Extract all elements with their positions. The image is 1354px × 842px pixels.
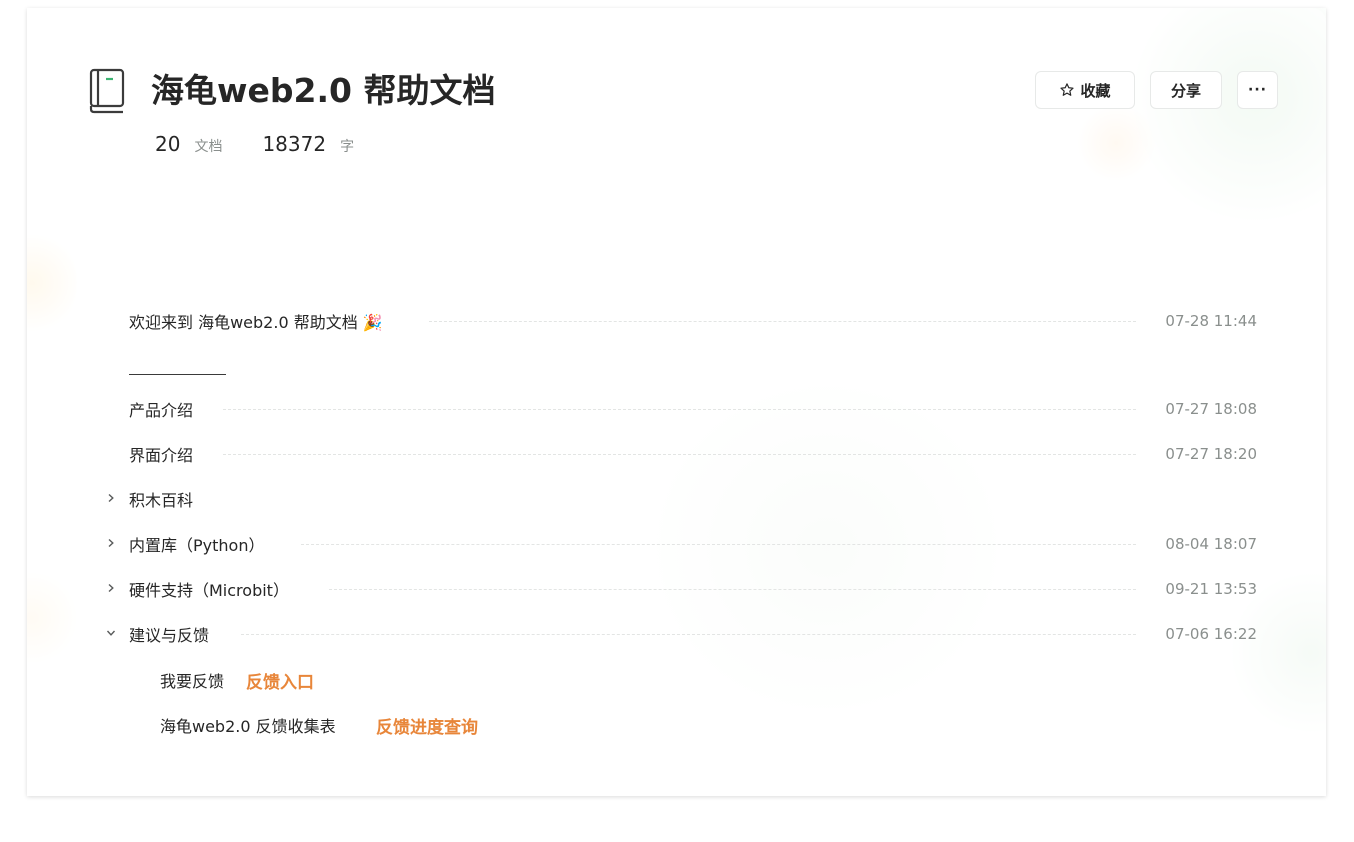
toc-item-title: 建议与反馈 [129,626,210,645]
toc-item-title: 欢迎来到 海龟web2.0 帮助文档 🎉 [129,313,383,332]
book-header-area: 海龟web2.0 帮助文档 20 文档 18372 字 收藏 分享 ··· 欢迎… [27,8,1326,796]
more-button[interactable]: ··· [1237,71,1278,109]
toc-item-product[interactable]: 产品介绍 07-27 18:08 [27,387,1326,431]
toc-divider [129,374,226,375]
word-count: 18372 [262,132,327,156]
feedback-entry-link[interactable]: 反馈入口 [246,668,314,693]
page-stage: 海龟web2.0 帮助文档 20 文档 18372 字 收藏 分享 ··· 欢迎… [0,0,1354,842]
toc-item-blocks[interactable]: 积木百科 [27,477,1326,521]
feedback-progress-link[interactable]: 反馈进度查询 [376,713,478,738]
header-actions: 收藏 分享 ··· [1035,71,1278,109]
toc-leader [329,589,1136,590]
word-count-unit: 字 [340,139,355,155]
page-title: 海龟web2.0 帮助文档 [151,71,496,110]
toc-leader [241,634,1136,635]
toc-leader [429,321,1136,322]
toc-subitem-feedback-entry[interactable]: 我要反馈 反馈入口 [27,658,1326,702]
toc-leader [223,409,1136,410]
doc-count-unit: 文档 [194,139,223,155]
toc-item-time: 08-04 18:07 [1165,535,1257,553]
book-card: 海龟web2.0 帮助文档 20 文档 18372 字 收藏 分享 ··· 欢迎… [27,8,1326,796]
chevron-right-icon[interactable] [105,493,117,505]
chevron-down-icon[interactable] [105,628,117,640]
book-icon [89,68,125,114]
chevron-right-icon[interactable] [105,538,117,550]
book-stats: 20 文档 18372 字 [155,132,354,156]
toc-subitem-text: 我要反馈 [160,672,225,691]
toc-item-time: 07-27 18:08 [1165,400,1257,418]
toc-item-interface[interactable]: 界面介绍 07-27 18:20 [27,432,1326,476]
toc-leader [301,544,1136,545]
favorite-button[interactable]: 收藏 [1035,71,1135,109]
toc-subitem-text: 海龟web2.0 反馈收集表 [160,717,336,736]
toc-item-welcome[interactable]: 欢迎来到 海龟web2.0 帮助文档 🎉 07-28 11:44 [27,299,1326,343]
toc-item-title: 内置库（Python） [129,536,265,555]
toc-divider-row [27,343,1326,387]
star-icon [1060,83,1075,96]
toc-item-hardware[interactable]: 硬件支持（Microbit） 09-21 13:53 [27,567,1326,611]
toc-item-time: 07-28 11:44 [1165,312,1257,330]
toc-leader [223,454,1136,455]
toc-item-time: 07-27 18:20 [1165,445,1257,463]
toc-item-title: 硬件支持（Microbit） [129,581,289,600]
toc-item-title: 积木百科 [129,491,194,510]
toc-item-builtin[interactable]: 内置库（Python） 08-04 18:07 [27,522,1326,566]
toc-item-time: 07-06 16:22 [1165,625,1257,643]
toc-item-feedback[interactable]: 建议与反馈 07-06 16:22 [27,612,1326,656]
toc-item-time: 09-21 13:53 [1165,580,1257,598]
favorite-label: 收藏 [1080,81,1111,100]
chevron-right-icon[interactable] [105,583,117,595]
share-button[interactable]: 分享 [1150,71,1222,109]
toc-item-title: 界面介绍 [129,446,194,465]
toc-item-title: 产品介绍 [129,401,194,420]
doc-count: 20 [155,132,181,156]
toc-subitem-feedback-form[interactable]: 海龟web2.0 反馈收集表 反馈进度查询 [27,703,1326,747]
